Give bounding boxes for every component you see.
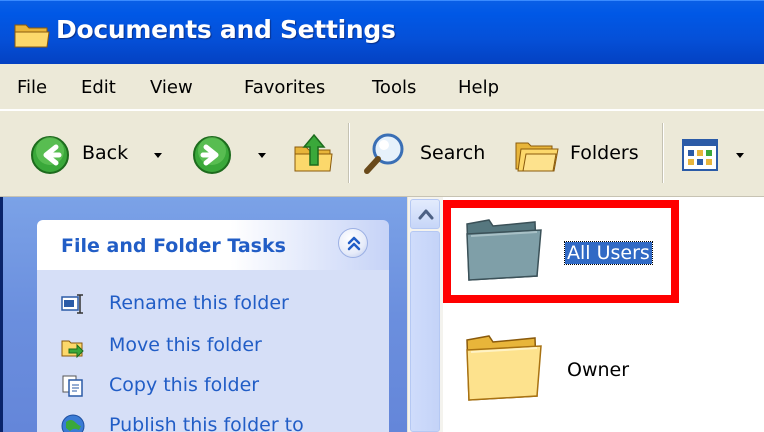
back-label: Back xyxy=(82,142,129,164)
folders-button[interactable]: Folders xyxy=(514,131,646,177)
task-group-title: File and Folder Tasks xyxy=(61,235,286,257)
window-title: Documents and Settings xyxy=(56,15,396,44)
forward-button[interactable] xyxy=(192,135,272,175)
task-copy-folder[interactable]: Copy this folder xyxy=(61,374,381,400)
menu-file[interactable]: File xyxy=(17,77,47,98)
task-label: Rename this folder xyxy=(109,292,289,314)
menu-view[interactable]: View xyxy=(150,77,193,98)
toolbar: Back Search Folders xyxy=(0,111,764,197)
collapse-button[interactable] xyxy=(338,228,368,258)
move-icon xyxy=(61,340,84,358)
copy-icon xyxy=(62,375,83,397)
folder-item-owner[interactable]: Owner xyxy=(463,326,663,406)
menu-edit[interactable]: Edit xyxy=(81,77,116,98)
search-button[interactable]: Search xyxy=(362,131,494,177)
views-grid-icon xyxy=(682,139,718,171)
views-button[interactable] xyxy=(680,135,754,175)
folders-label: Folders xyxy=(570,142,639,164)
scroll-thumb[interactable] xyxy=(410,231,440,432)
folders-icon xyxy=(515,142,559,172)
menu-bar: File Edit View Favorites Tools Help xyxy=(0,64,764,110)
rename-icon xyxy=(61,294,83,314)
publish-icon xyxy=(61,414,85,432)
task-label: Move this folder xyxy=(109,334,262,356)
folder-name: Owner xyxy=(567,359,630,381)
menu-help[interactable]: Help xyxy=(458,77,499,98)
folder-icon xyxy=(14,24,50,48)
forward-dropdown-icon[interactable] xyxy=(258,153,266,158)
task-group-header[interactable]: File and Folder Tasks xyxy=(37,220,389,270)
up-folder-button[interactable] xyxy=(292,129,336,177)
toolbar-separator xyxy=(662,123,664,183)
task-label: Publish this folder to xyxy=(109,414,304,432)
scroll-up-arrow-icon xyxy=(418,209,434,220)
task-label: Copy this folder xyxy=(109,374,260,396)
back-dropdown-icon[interactable] xyxy=(154,153,162,158)
search-label: Search xyxy=(420,142,486,164)
menu-favorites[interactable]: Favorites xyxy=(244,77,325,98)
menu-tools[interactable]: Tools xyxy=(372,77,416,98)
back-button[interactable]: Back xyxy=(30,135,170,175)
toolbar-separator xyxy=(348,123,350,183)
task-move-folder[interactable]: Move this folder xyxy=(61,334,381,360)
title-bar[interactable]: Documents and Settings xyxy=(0,0,764,64)
chevron-up-icon xyxy=(347,236,361,251)
back-arrow-icon xyxy=(31,136,69,174)
folder-icon xyxy=(466,335,542,401)
highlight-box xyxy=(443,200,679,303)
magnifier-icon xyxy=(364,133,404,174)
up-folder-icon xyxy=(294,133,333,172)
scroll-up-button[interactable] xyxy=(410,199,440,229)
task-group-body: Rename this folder Move this folder Copy… xyxy=(37,270,389,432)
task-publish-folder[interactable]: Publish this folder to xyxy=(61,414,381,432)
window-border xyxy=(0,197,3,432)
forward-arrow-icon xyxy=(193,136,231,174)
task-rename-folder[interactable]: Rename this folder xyxy=(61,292,381,318)
views-dropdown-icon[interactable] xyxy=(736,153,744,158)
